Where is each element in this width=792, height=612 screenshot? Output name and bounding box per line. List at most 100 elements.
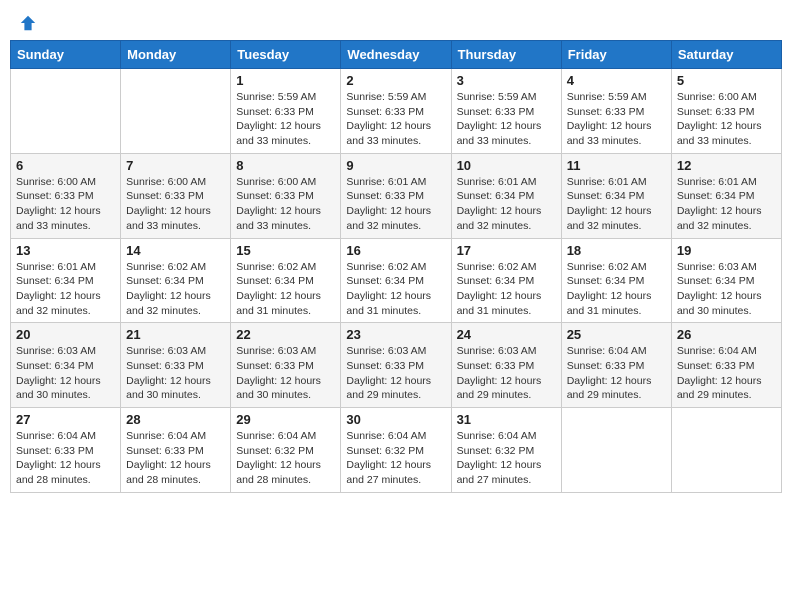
day-number: 24 [457,327,556,342]
day-number: 19 [677,243,776,258]
calendar-cell: 27 Sunrise: 6:04 AM Sunset: 6:33 PM Dayli… [11,408,121,493]
day-number: 15 [236,243,335,258]
weekday-header: Thursday [451,41,561,69]
day-number: 6 [16,158,115,173]
calendar-cell: 11 Sunrise: 6:01 AM Sunset: 6:34 PM Dayli… [561,153,671,238]
calendar-table: SundayMondayTuesdayWednesdayThursdayFrid… [10,40,782,493]
day-number: 29 [236,412,335,427]
weekday-header: Sunday [11,41,121,69]
calendar-cell: 29 Sunrise: 6:04 AM Sunset: 6:32 PM Dayli… [231,408,341,493]
calendar-cell: 28 Sunrise: 6:04 AM Sunset: 6:33 PM Dayli… [121,408,231,493]
day-info: Sunrise: 6:04 AM Sunset: 6:33 PM Dayligh… [677,344,776,403]
day-info: Sunrise: 6:03 AM Sunset: 6:33 PM Dayligh… [236,344,335,403]
weekday-header: Wednesday [341,41,451,69]
day-number: 5 [677,73,776,88]
day-info: Sunrise: 5:59 AM Sunset: 6:33 PM Dayligh… [346,90,445,149]
day-number: 26 [677,327,776,342]
calendar-cell: 14 Sunrise: 6:02 AM Sunset: 6:34 PM Dayli… [121,238,231,323]
day-info: Sunrise: 6:02 AM Sunset: 6:34 PM Dayligh… [567,260,666,319]
calendar-cell: 8 Sunrise: 6:00 AM Sunset: 6:33 PM Daylig… [231,153,341,238]
calendar-cell: 6 Sunrise: 6:00 AM Sunset: 6:33 PM Daylig… [11,153,121,238]
calendar-cell: 2 Sunrise: 5:59 AM Sunset: 6:33 PM Daylig… [341,69,451,154]
calendar-cell: 7 Sunrise: 6:00 AM Sunset: 6:33 PM Daylig… [121,153,231,238]
day-info: Sunrise: 6:03 AM Sunset: 6:33 PM Dayligh… [126,344,225,403]
calendar-cell: 3 Sunrise: 5:59 AM Sunset: 6:33 PM Daylig… [451,69,561,154]
day-number: 28 [126,412,225,427]
day-number: 8 [236,158,335,173]
logo-icon [19,14,37,32]
calendar-cell [671,408,781,493]
day-info: Sunrise: 6:03 AM Sunset: 6:33 PM Dayligh… [346,344,445,403]
calendar-cell: 18 Sunrise: 6:02 AM Sunset: 6:34 PM Dayli… [561,238,671,323]
calendar-cell [561,408,671,493]
day-number: 20 [16,327,115,342]
day-info: Sunrise: 6:02 AM Sunset: 6:34 PM Dayligh… [346,260,445,319]
calendar-week-row: 20Sunrise: 6:03 AM Sunset: 6:34 PM Dayli… [11,323,782,408]
day-number: 3 [457,73,556,88]
day-info: Sunrise: 6:03 AM Sunset: 6:34 PM Dayligh… [677,260,776,319]
day-number: 31 [457,412,556,427]
day-number: 23 [346,327,445,342]
calendar-cell: 19 Sunrise: 6:03 AM Sunset: 6:34 PM Dayli… [671,238,781,323]
day-number: 7 [126,158,225,173]
day-info: Sunrise: 6:00 AM Sunset: 6:33 PM Dayligh… [236,175,335,234]
logo [18,14,38,28]
calendar-cell: 4 Sunrise: 5:59 AM Sunset: 6:33 PM Daylig… [561,69,671,154]
day-info: Sunrise: 6:03 AM Sunset: 6:33 PM Dayligh… [457,344,556,403]
day-number: 11 [567,158,666,173]
day-number: 25 [567,327,666,342]
day-number: 1 [236,73,335,88]
day-info: Sunrise: 6:04 AM Sunset: 6:32 PM Dayligh… [457,429,556,488]
day-info: Sunrise: 6:04 AM Sunset: 6:33 PM Dayligh… [16,429,115,488]
day-info: Sunrise: 6:01 AM Sunset: 6:34 PM Dayligh… [677,175,776,234]
calendar-cell: 23 Sunrise: 6:03 AM Sunset: 6:33 PM Dayli… [341,323,451,408]
day-info: Sunrise: 6:01 AM Sunset: 6:34 PM Dayligh… [567,175,666,234]
day-info: Sunrise: 5:59 AM Sunset: 6:33 PM Dayligh… [236,90,335,149]
day-info: Sunrise: 6:02 AM Sunset: 6:34 PM Dayligh… [126,260,225,319]
calendar-header-row: SundayMondayTuesdayWednesdayThursdayFrid… [11,41,782,69]
day-info: Sunrise: 5:59 AM Sunset: 6:33 PM Dayligh… [457,90,556,149]
day-number: 2 [346,73,445,88]
calendar-cell: 20Sunrise: 6:03 AM Sunset: 6:34 PM Dayli… [11,323,121,408]
calendar-cell: 25Sunrise: 6:04 AM Sunset: 6:33 PM Dayli… [561,323,671,408]
day-number: 12 [677,158,776,173]
calendar-cell: 26 Sunrise: 6:04 AM Sunset: 6:33 PM Dayli… [671,323,781,408]
day-number: 22 [236,327,335,342]
day-number: 13 [16,243,115,258]
calendar-cell [11,69,121,154]
calendar-cell: 16 Sunrise: 6:02 AM Sunset: 6:34 PM Dayli… [341,238,451,323]
calendar-cell: 22 Sunrise: 6:03 AM Sunset: 6:33 PM Dayli… [231,323,341,408]
day-info: Sunrise: 6:02 AM Sunset: 6:34 PM Dayligh… [457,260,556,319]
day-info: Sunrise: 6:04 AM Sunset: 6:32 PM Dayligh… [346,429,445,488]
calendar-cell: 10Sunrise: 6:01 AM Sunset: 6:34 PM Dayli… [451,153,561,238]
weekday-header: Friday [561,41,671,69]
calendar-week-row: 13Sunrise: 6:01 AM Sunset: 6:34 PM Dayli… [11,238,782,323]
calendar-cell: 9Sunrise: 6:01 AM Sunset: 6:33 PM Daylig… [341,153,451,238]
calendar-cell: 17 Sunrise: 6:02 AM Sunset: 6:34 PM Dayli… [451,238,561,323]
day-number: 4 [567,73,666,88]
calendar-cell: 24 Sunrise: 6:03 AM Sunset: 6:33 PM Dayli… [451,323,561,408]
day-number: 14 [126,243,225,258]
day-number: 17 [457,243,556,258]
calendar-cell: 30Sunrise: 6:04 AM Sunset: 6:32 PM Dayli… [341,408,451,493]
day-info: Sunrise: 6:00 AM Sunset: 6:33 PM Dayligh… [126,175,225,234]
day-number: 18 [567,243,666,258]
calendar-cell: 12 Sunrise: 6:01 AM Sunset: 6:34 PM Dayli… [671,153,781,238]
calendar-cell: 15 Sunrise: 6:02 AM Sunset: 6:34 PM Dayli… [231,238,341,323]
calendar-cell: 5Sunrise: 6:00 AM Sunset: 6:33 PM Daylig… [671,69,781,154]
day-number: 27 [16,412,115,427]
weekday-header: Tuesday [231,41,341,69]
calendar-cell: 1 Sunrise: 5:59 AM Sunset: 6:33 PM Daylig… [231,69,341,154]
day-info: Sunrise: 6:04 AM Sunset: 6:33 PM Dayligh… [126,429,225,488]
day-info: Sunrise: 6:00 AM Sunset: 6:33 PM Dayligh… [16,175,115,234]
day-number: 16 [346,243,445,258]
weekday-header: Saturday [671,41,781,69]
calendar-cell: 21 Sunrise: 6:03 AM Sunset: 6:33 PM Dayli… [121,323,231,408]
day-number: 21 [126,327,225,342]
weekday-header: Monday [121,41,231,69]
day-info: Sunrise: 5:59 AM Sunset: 6:33 PM Dayligh… [567,90,666,149]
day-number: 9 [346,158,445,173]
calendar-week-row: 1 Sunrise: 5:59 AM Sunset: 6:33 PM Daylig… [11,69,782,154]
day-info: Sunrise: 6:04 AM Sunset: 6:32 PM Dayligh… [236,429,335,488]
day-info: Sunrise: 6:02 AM Sunset: 6:34 PM Dayligh… [236,260,335,319]
